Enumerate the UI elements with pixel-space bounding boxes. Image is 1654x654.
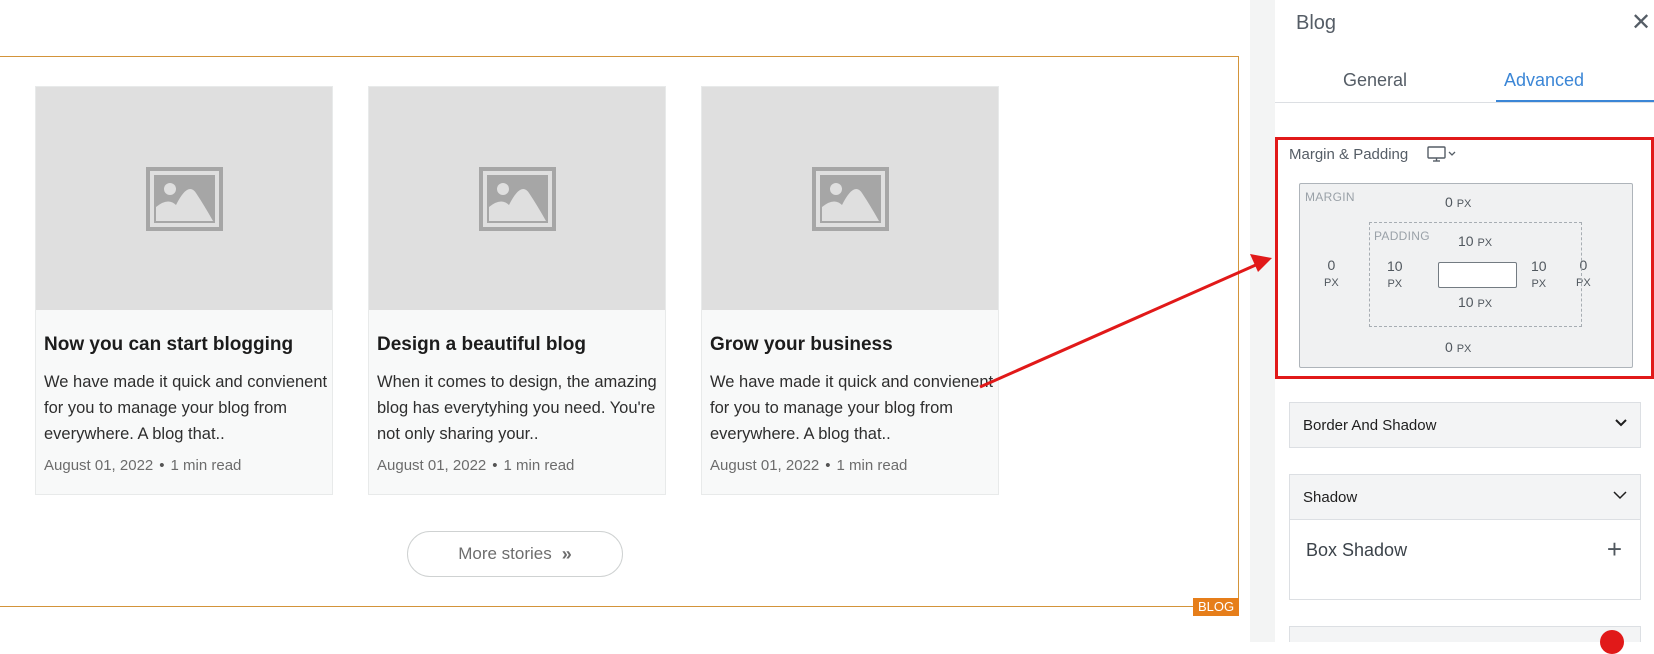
highlight-box: [1275, 137, 1654, 379]
next-section-header[interactable]: [1289, 626, 1641, 654]
panel-tabs: General Advanced: [1275, 60, 1654, 103]
box-shadow-label: Box Shadow: [1306, 540, 1408, 560]
card-date: August 01, 2022: [710, 457, 820, 474]
chevron-down-icon: [1614, 416, 1628, 433]
card-date: August 01, 2022: [44, 457, 154, 474]
card-meta: August 01, 2022 • 1 min read: [44, 457, 241, 474]
tab-general[interactable]: General: [1343, 70, 1407, 91]
border-and-shadow-section[interactable]: Border And Shadow: [1289, 402, 1641, 448]
blog-card[interactable]: Grow your business We have made it quick…: [701, 86, 999, 495]
shadow-section-header[interactable]: Shadow: [1289, 474, 1641, 520]
card-read-time: 1 min read: [836, 457, 908, 474]
card-excerpt: When it comes to design, the amazing blo…: [377, 373, 657, 443]
shadow-label: Shadow: [1303, 489, 1358, 506]
panel-gutter: [1250, 0, 1275, 642]
card-meta: August 01, 2022 • 1 min read: [710, 457, 907, 474]
double-chevron-right-icon: »: [561, 543, 572, 564]
card-excerpt: We have made it quick and convienent for…: [710, 373, 994, 443]
image-icon: [479, 167, 556, 231]
blog-canvas: BLOG Now you can start blogging We have …: [0, 0, 1250, 642]
card-read-time: 1 min read: [503, 457, 575, 474]
close-icon[interactable]: ✕: [1631, 8, 1651, 37]
active-tab-indicator: [1496, 100, 1654, 102]
image-icon: [812, 167, 889, 231]
image-placeholder: [702, 87, 998, 310]
card-title[interactable]: Design a beautiful blog: [377, 334, 586, 356]
image-placeholder: [36, 87, 332, 310]
image-placeholder: [369, 87, 665, 310]
meta-separator: •: [159, 457, 165, 474]
blog-card[interactable]: Now you can start blogging We have made …: [35, 86, 333, 495]
card-date: August 01, 2022: [377, 457, 487, 474]
card-read-time: 1 min read: [170, 457, 242, 474]
chevron-down-icon: [1612, 488, 1628, 505]
blog-widget-tag[interactable]: BLOG: [1193, 598, 1240, 616]
card-excerpt: We have made it quick and convienent for…: [44, 373, 328, 443]
border-and-shadow-label: Border And Shadow: [1303, 417, 1437, 434]
blog-card[interactable]: Design a beautiful blog When it comes to…: [368, 86, 666, 495]
tab-advanced[interactable]: Advanced: [1504, 70, 1584, 91]
plus-icon[interactable]: +: [1607, 534, 1622, 565]
indicator-dot: [1600, 630, 1624, 654]
meta-separator: •: [492, 457, 498, 474]
meta-separator: •: [825, 457, 831, 474]
card-title[interactable]: Now you can start blogging: [44, 334, 293, 356]
image-icon: [146, 167, 223, 231]
more-stories-button[interactable]: More stories »: [407, 531, 623, 577]
card-title[interactable]: Grow your business: [710, 334, 893, 356]
shadow-section-body: Box Shadow +: [1289, 520, 1641, 600]
card-meta: August 01, 2022 • 1 min read: [377, 457, 574, 474]
panel-title: Blog: [1296, 12, 1337, 34]
more-stories-label: More stories: [458, 544, 552, 563]
